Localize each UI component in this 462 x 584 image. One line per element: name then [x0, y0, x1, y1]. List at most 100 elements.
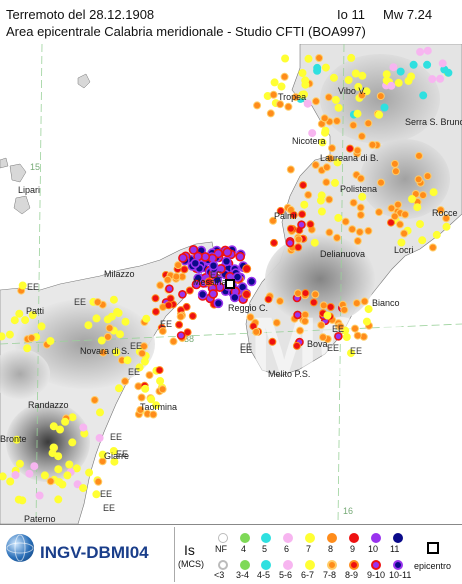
intensity-point: [394, 200, 402, 209]
intensity-point: [349, 198, 358, 207]
legend-dot-range-4-5: [261, 560, 271, 570]
intensity-point: [169, 337, 178, 346]
place-label: Bova: [307, 339, 328, 349]
place-label: Paterno: [24, 514, 56, 524]
place-label: Delianuova: [320, 249, 365, 259]
intensity-point: [284, 102, 293, 111]
intensity-point: [37, 322, 46, 331]
intensity-point: [301, 310, 310, 319]
intensity-point: [328, 144, 336, 153]
intensity-point: [235, 251, 245, 262]
intensity-point: [324, 93, 333, 102]
intensity-point: [387, 81, 396, 90]
intensity-point: [298, 210, 307, 219]
intensity-point: [79, 484, 88, 493]
intensity-point: [61, 417, 70, 426]
intensity-point: [400, 229, 409, 238]
intensity-point: [163, 275, 172, 284]
serre-south-relief: [360, 139, 450, 219]
intensity-point: [294, 243, 303, 252]
legend-range-label: 6-7: [301, 570, 315, 580]
intensity-point: [423, 172, 432, 181]
intensity-point: [276, 297, 284, 306]
intensity-point: [401, 210, 410, 219]
intensity-point: [418, 236, 427, 245]
ee-label: EE: [130, 341, 142, 351]
ee-label: EE: [332, 324, 344, 334]
legend-dot-6: [283, 533, 293, 543]
intensity-point: [272, 318, 281, 327]
legend-dot-4: [240, 533, 250, 543]
intensity-point: [176, 312, 185, 321]
intensity-point: [97, 336, 106, 345]
intensity-point: [141, 384, 150, 393]
intensity-point: [49, 443, 58, 452]
intensity-point: [140, 357, 149, 366]
intensity-point: [356, 211, 365, 219]
intensity-point: [344, 76, 353, 84]
watermark-left: ING: [108, 167, 254, 258]
legend-class-label: 6: [284, 544, 290, 554]
intensity-point: [121, 317, 130, 326]
intensity-point: [357, 132, 366, 141]
intensity-point: [419, 91, 428, 100]
intensity-point: [268, 337, 277, 346]
intensity-point: [46, 477, 55, 486]
intensity-point: [333, 233, 341, 242]
epicentre-label: epicentro: [414, 561, 452, 571]
legend-range-label: 5-6: [279, 570, 293, 580]
intensity-point: [428, 75, 437, 84]
intensity-point: [351, 69, 360, 78]
legend-dot-range-9-10: [371, 560, 381, 570]
intensity-point: [123, 356, 132, 365]
intensity-point: [252, 327, 261, 336]
intensity-point: [40, 471, 49, 480]
map-title: Terremoto del 28.12.1908: [6, 7, 155, 22]
intensity-point: [178, 290, 187, 299]
intensity-point: [92, 490, 101, 499]
intensity-point: [208, 289, 218, 299]
intensity-point: [353, 237, 362, 245]
intensity-point: [298, 69, 307, 77]
place-label: Messina: [193, 277, 227, 287]
intensity-point: [358, 71, 367, 80]
intensity-point: [174, 261, 183, 270]
intensity-point: [389, 63, 398, 72]
legend-range-label: <3: [214, 570, 225, 580]
intensity-point: [0, 332, 6, 341]
is-label: Is: [184, 542, 195, 558]
intensity-point: [390, 159, 399, 168]
legend-divider: [174, 527, 175, 582]
legend-dot-11: [393, 533, 403, 543]
intensity-point: [322, 163, 331, 172]
intensity-point: [315, 54, 324, 62]
ee-label: EE: [100, 489, 112, 499]
intensity-point: [331, 95, 340, 104]
place-label: Taormina: [140, 402, 177, 412]
intensity-point: [188, 312, 197, 320]
place-label: Patti: [26, 306, 44, 316]
globe-icon: [6, 534, 34, 562]
intensity-point: [296, 326, 304, 335]
brand-label: INGV-DBMI04: [40, 543, 149, 562]
legend-dot-range-8-9: [349, 560, 359, 570]
place-label: Giarre: [104, 451, 129, 461]
intensity-point: [376, 92, 385, 101]
legend-dot-range-7-8: [327, 560, 337, 570]
intensity-point: [176, 331, 186, 340]
place-label: Bronte: [0, 434, 27, 444]
intensity-point: [317, 321, 326, 330]
intensity-point: [375, 110, 384, 119]
intensity-point: [429, 188, 438, 197]
place-label: Serra S. Bruno: [405, 117, 462, 127]
legend-class-label: 8: [328, 544, 334, 554]
ee-label: EE: [103, 503, 115, 513]
intensity-point: [18, 281, 27, 290]
intensity-point: [356, 203, 365, 212]
intensity-point: [313, 63, 322, 72]
legend-dot-5: [261, 533, 271, 543]
intensity-point: [90, 396, 99, 404]
intensity-point: [145, 371, 154, 380]
intensity-point: [116, 330, 124, 339]
intensity-point: [285, 238, 295, 248]
